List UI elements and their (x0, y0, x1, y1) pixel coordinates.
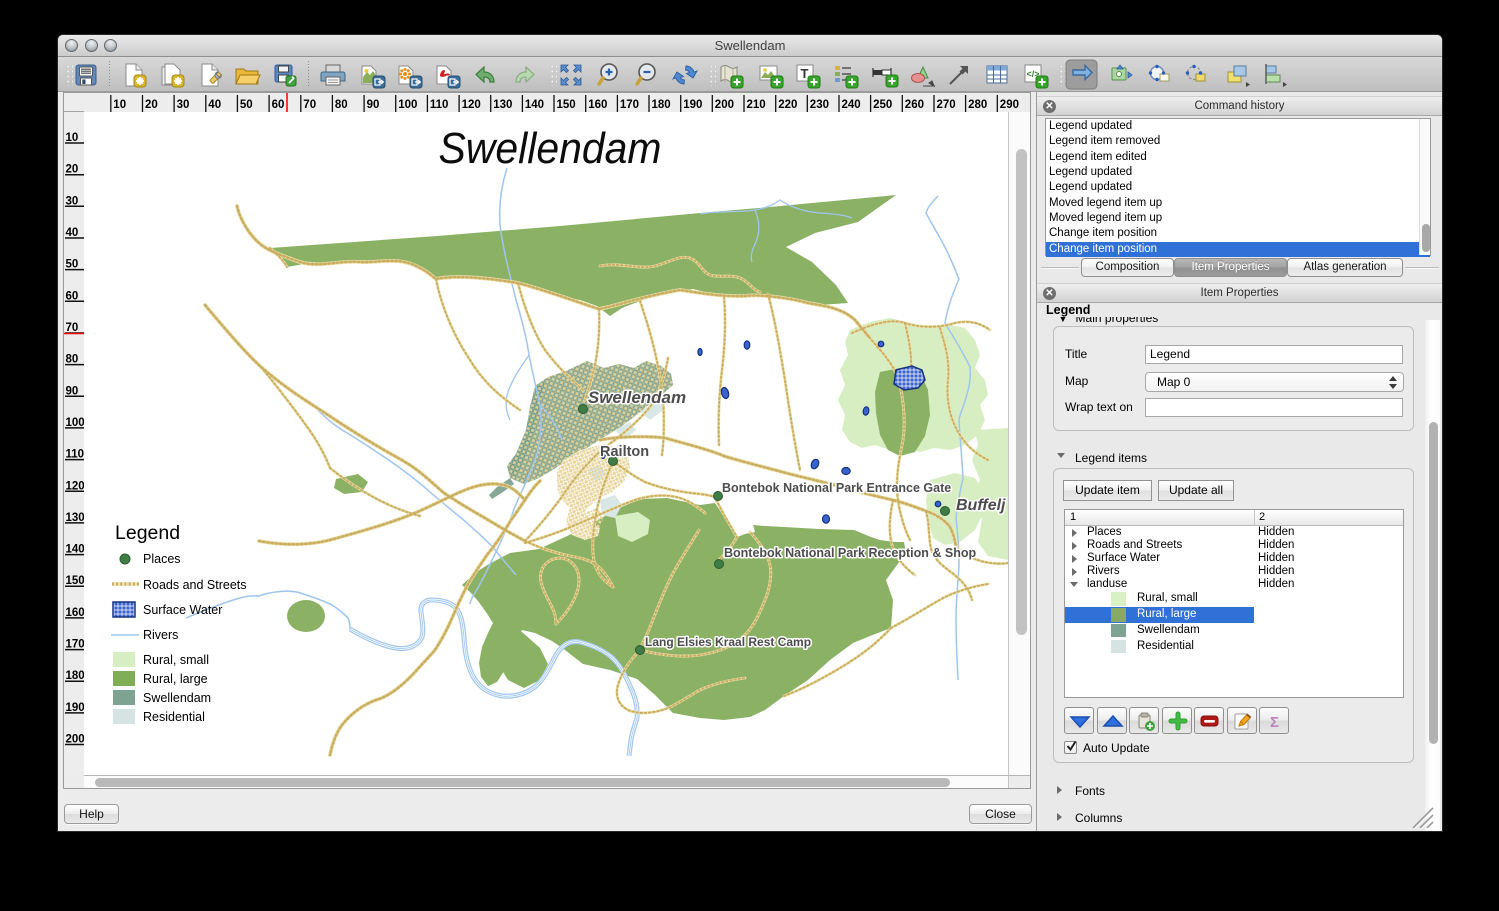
svg-text:230: 230 (810, 99, 829, 111)
svg-text:200: 200 (66, 734, 85, 746)
svg-text:Swellendam: Swellendam (143, 691, 211, 705)
svg-text:30: 30 (177, 99, 190, 111)
svg-text:100: 100 (66, 417, 85, 429)
svg-text:10: 10 (66, 132, 79, 144)
svg-text:70: 70 (66, 322, 79, 334)
svg-text:240: 240 (842, 99, 861, 111)
svg-text:Lang Elsies Kraal Rest Camp: Lang Elsies Kraal Rest Camp (645, 635, 811, 649)
svg-text:170: 170 (66, 639, 85, 651)
svg-text:150: 150 (557, 99, 576, 111)
svg-text:50: 50 (66, 259, 79, 271)
svg-text:150: 150 (66, 575, 85, 587)
svg-text:110: 110 (430, 99, 449, 111)
svg-text:Roads and Streets: Roads and Streets (143, 578, 247, 592)
svg-text:290: 290 (1000, 99, 1019, 111)
svg-text:180: 180 (652, 99, 671, 111)
svg-text:Railton: Railton (600, 444, 649, 460)
svg-text:190: 190 (66, 702, 85, 714)
svg-text:170: 170 (620, 99, 639, 111)
svg-text:120: 120 (66, 480, 85, 492)
svg-text:180: 180 (66, 670, 85, 682)
svg-text:Bontebok National Park Entranc: Bontebok National Park Entrance Gate (722, 481, 951, 495)
svg-text:Bontebok National Park Recepti: Bontebok National Park Reception & Shop (724, 546, 976, 560)
svg-text:Σ: Σ (1270, 714, 1279, 731)
svg-text:Places: Places (143, 552, 181, 566)
svg-text:70: 70 (303, 99, 316, 111)
svg-text:130: 130 (493, 99, 512, 111)
svg-text:160: 160 (66, 607, 85, 619)
svg-text:280: 280 (968, 99, 987, 111)
svg-text:160: 160 (588, 99, 607, 111)
svg-text:40: 40 (208, 99, 221, 111)
svg-text:260: 260 (905, 99, 924, 111)
svg-text:Rural, large: Rural, large (143, 672, 208, 686)
svg-text:30: 30 (66, 195, 79, 207)
svg-text:Swellendam: Swellendam (439, 124, 662, 173)
svg-text:120: 120 (462, 99, 481, 111)
svg-text:Legend: Legend (115, 522, 180, 544)
svg-text:20: 20 (66, 164, 79, 176)
svg-text:20: 20 (145, 99, 158, 111)
svg-text:40: 40 (66, 227, 79, 239)
svg-text:140: 140 (525, 99, 544, 111)
svg-text:100: 100 (398, 99, 417, 111)
svg-text:T: T (801, 66, 809, 81)
svg-text:130: 130 (66, 512, 85, 524)
svg-text:Rural, small: Rural, small (143, 653, 209, 667)
svg-text:250: 250 (873, 99, 892, 111)
svg-text:60: 60 (272, 99, 285, 111)
svg-text:90: 90 (367, 99, 380, 111)
svg-text:80: 80 (335, 99, 348, 111)
svg-text:210: 210 (747, 99, 766, 111)
svg-text:Rivers: Rivers (143, 628, 178, 642)
svg-text:60: 60 (66, 290, 79, 302)
svg-text:140: 140 (66, 544, 85, 556)
svg-text:50: 50 (240, 99, 253, 111)
svg-text:Residential: Residential (143, 710, 205, 724)
svg-text:Surface Water: Surface Water (143, 603, 222, 617)
svg-text:220: 220 (778, 99, 797, 111)
svg-text:110: 110 (66, 449, 85, 461)
svg-text:90: 90 (66, 385, 79, 397)
svg-text:10: 10 (113, 99, 126, 111)
svg-text:270: 270 (937, 99, 956, 111)
svg-text:190: 190 (683, 99, 702, 111)
svg-text:80: 80 (66, 354, 79, 366)
svg-text:Buffelj: Buffelj (956, 497, 1006, 514)
svg-text:Swellendam: Swellendam (588, 388, 686, 407)
svg-text:200: 200 (715, 99, 734, 111)
